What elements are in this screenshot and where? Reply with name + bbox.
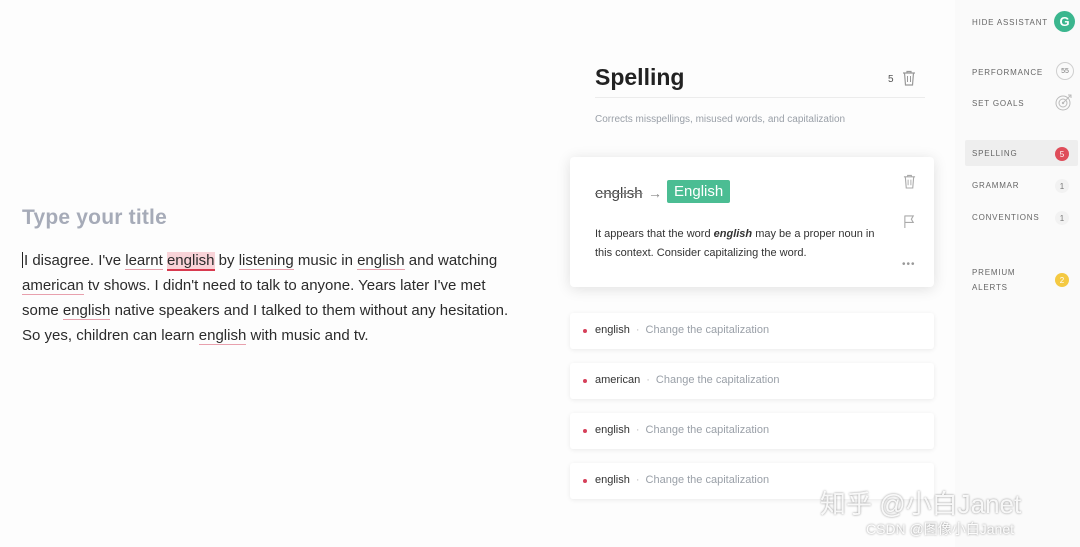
document-line[interactable]: I disagree. I've learnt english by liste… [22, 248, 527, 273]
suggestion-item[interactable]: english · Change the capitalization [570, 413, 934, 449]
grammarly-logo-icon[interactable]: G [1054, 11, 1075, 32]
original-word: english [595, 185, 643, 202]
document-text: some [22, 302, 63, 319]
document-text: by [214, 252, 239, 269]
document-text: I disagree. I've [24, 252, 126, 269]
separator: · [635, 324, 640, 336]
suggestion-word: english [595, 474, 630, 486]
document-line[interactable]: So yes, children can learn english with … [22, 323, 527, 348]
active-suggestion-card[interactable]: english → English It appears that the wo… [570, 157, 934, 287]
document-body[interactable]: I disagree. I've learnt english by liste… [22, 248, 527, 348]
dismiss-all-trash-icon[interactable] [902, 70, 916, 86]
alert-dot-icon [583, 379, 587, 383]
document-text: with music and tv. [246, 327, 369, 344]
suggestion-text: english · Change the capitalization [595, 424, 769, 436]
suggestion-text: american · Change the capitalization [595, 374, 779, 386]
document-text: music in [293, 252, 358, 269]
flag-icon[interactable] [903, 214, 916, 229]
suggestions-panel: Spelling 5 Corrects misspellings, misuse… [570, 0, 935, 547]
suggestion-word: american [595, 374, 641, 386]
text-cursor [22, 252, 23, 268]
panel-subtitle: Corrects misspellings, misused words, an… [595, 114, 846, 125]
hide-assistant-button[interactable]: HIDE ASSISTANT [972, 18, 1048, 27]
grammar-count-badge: 1 [1055, 179, 1069, 193]
panel-count: 5 [888, 74, 894, 85]
flagged-word[interactable]: listening [238, 252, 294, 270]
suggestion-word: english [595, 324, 630, 336]
suggestion-item[interactable]: american · Change the capitalization [570, 363, 934, 399]
conventions-count-badge: 1 [1055, 211, 1069, 225]
arrow-icon: → [648, 185, 662, 201]
suggestion-hint: Change the capitalization [655, 374, 780, 386]
suggestion-description: It appears that the word english may be … [595, 228, 875, 259]
flagged-word[interactable]: english [357, 252, 405, 270]
sidebar-item-conventions[interactable]: CONVENTIONS [972, 213, 1039, 222]
watermark-credit: CSDN @图像小白Janet [866, 521, 1015, 537]
performance-score-icon[interactable]: 55 [1056, 62, 1074, 80]
flagged-word[interactable]: english [198, 327, 247, 345]
flagged-word[interactable]: learnt [125, 252, 163, 270]
sidebar-item-spelling[interactable]: SPELLING [972, 149, 1018, 158]
suggestion-hint: Change the capitalization [645, 324, 770, 336]
document-line[interactable]: some english native speakers and I talke… [22, 298, 527, 323]
suggestion-text: english · Change the capitalization [595, 324, 769, 336]
separator: · [635, 424, 640, 436]
suggestion-word: english [595, 424, 630, 436]
suggestion-text: english · Change the capitalization [595, 474, 769, 486]
flagged-word[interactable]: english [62, 302, 111, 320]
trash-icon[interactable] [903, 174, 916, 189]
document-text: native speakers and I talked to them wit… [110, 302, 509, 319]
document-title-placeholder[interactable]: Type your title [22, 206, 167, 230]
sidebar-item-grammar[interactable]: GRAMMAR [972, 181, 1019, 190]
performance-link[interactable]: PERFORMANCE [972, 68, 1043, 77]
spelling-count-badge: 5 [1055, 147, 1069, 161]
editor-pane[interactable]: Type your title I disagree. I've learnt … [0, 0, 545, 547]
document-text: So yes, children can learn [22, 327, 199, 344]
accept-suggestion-button[interactable]: English [667, 180, 731, 203]
separator: · [646, 374, 650, 386]
alert-dot-icon [583, 479, 587, 483]
premium-count-badge: 2 [1055, 273, 1069, 287]
panel-divider [595, 97, 925, 98]
set-goals-link[interactable]: SET GOALS [972, 99, 1024, 108]
alert-dot-icon [583, 429, 587, 433]
suggestion-item[interactable]: english · Change the capitalization [570, 313, 934, 349]
watermark-text: 知乎 @小白Janet [820, 489, 1022, 519]
separator: · [635, 474, 640, 486]
document-text: and watching [404, 252, 498, 269]
suggestion-hint: Change the capitalization [645, 424, 770, 436]
assistant-sidebar: HIDE ASSISTANT G PERFORMANCE 55 SET GOAL… [955, 0, 1080, 547]
panel-title: Spelling [595, 64, 685, 90]
target-icon[interactable] [1055, 93, 1073, 111]
suggestion-hint: Change the capitalization [645, 474, 770, 486]
flagged-word-active[interactable]: english [166, 252, 215, 271]
document-line[interactable]: american tv shows. I didn't need to talk… [22, 273, 527, 298]
document-text: tv shows. I didn't need to talk to anyon… [83, 277, 486, 294]
more-options-icon[interactable]: ••• [902, 259, 916, 270]
alert-dot-icon [583, 329, 587, 333]
sidebar-item-premium-alerts[interactable]: PREMIUM ALERTS [972, 265, 1015, 295]
flagged-word[interactable]: american [22, 277, 84, 295]
